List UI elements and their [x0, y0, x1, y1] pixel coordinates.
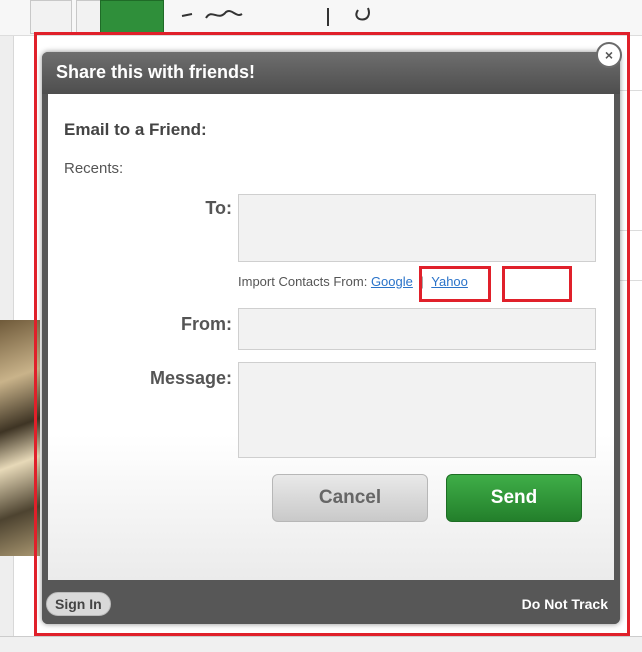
to-label: To:	[205, 198, 232, 218]
background-right-edge	[626, 36, 642, 636]
background-green-tile	[100, 0, 164, 34]
message-input[interactable]	[238, 362, 596, 458]
send-button[interactable]: Send	[446, 474, 582, 522]
import-google-link[interactable]: Google	[371, 274, 413, 289]
background-handwriting	[181, 7, 370, 26]
do-not-track-link[interactable]: Do Not Track	[522, 596, 608, 612]
recents-label: Recents:	[64, 160, 124, 177]
email-section-title: Email to a Friend:	[64, 120, 207, 139]
background-bottom-strip	[0, 636, 642, 652]
cancel-button[interactable]: Cancel	[272, 474, 428, 522]
from-input[interactable]	[238, 308, 596, 350]
background-photo	[0, 320, 40, 556]
background-toolbar	[0, 0, 642, 36]
close-icon: ×	[604, 47, 614, 63]
import-contacts-label: Import Contacts From:	[238, 274, 368, 289]
dialog-title: Share this with friends!	[56, 62, 256, 82]
sign-in-button[interactable]: Sign In	[46, 592, 111, 616]
import-contacts: Import Contacts From: Google | Yahoo	[238, 274, 468, 289]
dialog-footer: Sign In Do Not Track	[42, 580, 620, 624]
dialog-header: Share this with friends!	[42, 52, 620, 94]
from-label: From:	[181, 314, 232, 334]
import-separator: |	[420, 274, 424, 289]
close-button[interactable]: ×	[596, 42, 622, 68]
share-dialog: Share this with friends! × Email to a Fr…	[42, 42, 622, 624]
to-input[interactable]	[238, 194, 596, 262]
message-label: Message:	[149, 368, 232, 388]
import-yahoo-link[interactable]: Yahoo	[431, 274, 468, 289]
background-tile	[30, 0, 72, 34]
